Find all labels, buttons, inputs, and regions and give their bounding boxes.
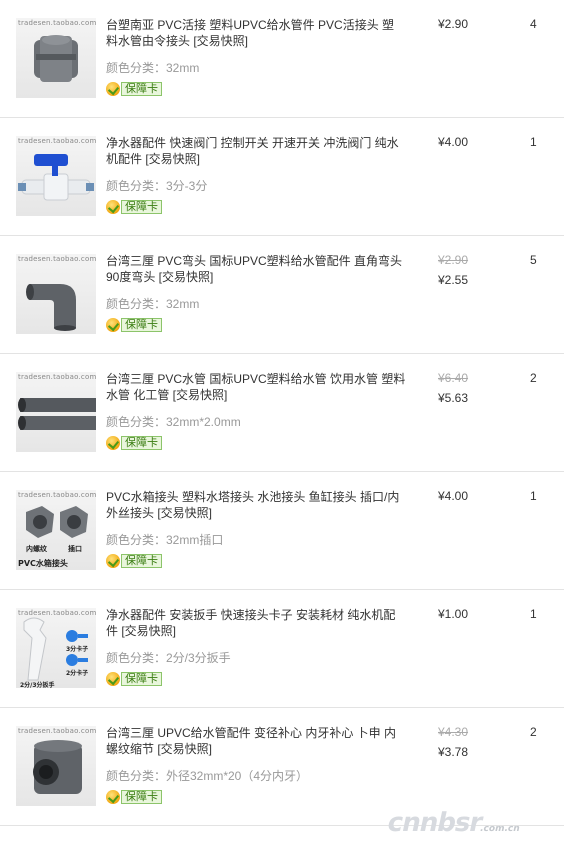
thumbnail-caption: 2分卡子	[66, 670, 89, 677]
unit-price: ¥1.00	[438, 607, 469, 621]
guarantee-shield-icon	[106, 672, 120, 686]
guarantee-shield-icon	[106, 82, 120, 96]
product-thumbnail-valve[interactable]: tradesen.taobao.com	[16, 136, 96, 216]
product-title-link[interactable]: 台湾三厘 UPVC给水管配件 变径补心 内牙补心 卜申 内螺纹缩节 [交易快照]	[106, 725, 406, 757]
unit-price: ¥2.55	[438, 273, 469, 287]
guarantee-card-badge[interactable]: 保障卡	[106, 200, 162, 214]
thumbnail-caption: 2分/3分扳手	[20, 682, 55, 688]
order-item-list: tradesen.taobao.com 台塑南亚 PVC活接 塑料UPVC给水管…	[0, 0, 564, 826]
guarantee-shield-icon	[106, 200, 120, 214]
unit-price: ¥4.00	[438, 135, 469, 149]
pvc-union-icon	[34, 35, 78, 82]
product-spec: 颜色分类：2分/3分扳手	[106, 651, 231, 665]
order-item-row: tradesen.taobao.com 内螺纹 插口 PVC水箱接头 PVC水箱…	[0, 472, 564, 590]
guarantee-card-badge[interactable]: 保障卡	[106, 554, 162, 568]
thumbnail-caption: 3分卡子	[66, 646, 89, 653]
order-item-row: tradesen.taobao.com 3分卡子 2分卡子 2分/3分扳手 净水…	[0, 590, 564, 708]
product-title-link[interactable]: 台塑南亚 PVC活接 塑料UPVC给水管件 PVC活接头 塑料水管由令接头 [交…	[106, 17, 406, 49]
unit-price: ¥4.00	[438, 489, 469, 503]
guarantee-card-badge[interactable]: 保障卡	[106, 82, 162, 96]
thumbnail-caption: PVC水箱接头	[18, 559, 68, 568]
quantity: 1	[530, 135, 537, 149]
order-item-row: tradesen.taobao.com 净水器配件 快速阀门 控制开关 开速开关…	[0, 118, 564, 236]
product-spec: 颜色分类：32mm	[106, 297, 200, 311]
pvc-pipe-icon	[18, 398, 96, 430]
product-thumbnail-reducer-bushing[interactable]: tradesen.taobao.com	[16, 726, 96, 806]
quantity: 5	[530, 253, 537, 267]
product-title-link[interactable]: 净水器配件 快速阀门 控制开关 开速开关 冲洗阀门 纯水机配件 [交易快照]	[106, 135, 406, 167]
product-title-link[interactable]: PVC水箱接头 塑料水塔接头 水池接头 鱼缸接头 插口/内外丝接头 [交易快照]	[106, 489, 406, 521]
order-item-row: tradesen.taobao.com 台湾三厘 PVC水管 国标UPVC塑料给…	[0, 354, 564, 472]
product-spec: 颜色分类：3分-3分	[106, 179, 208, 193]
guarantee-shield-icon	[106, 436, 120, 450]
pvc-elbow-icon	[26, 284, 76, 331]
guarantee-shield-icon	[106, 554, 120, 568]
site-watermark: cnnbsr.com.cn	[385, 808, 524, 838]
guarantee-card-label: 保障卡	[121, 554, 162, 568]
product-spec: 颜色分类：32mm*2.0mm	[106, 415, 241, 429]
original-price: ¥6.40	[438, 371, 469, 385]
product-thumbnail-pvc-union[interactable]: tradesen.taobao.com	[16, 18, 96, 98]
product-spec: 颜色分类：32mm插口	[106, 533, 224, 547]
unit-price: ¥3.78	[438, 745, 469, 759]
guarantee-card-label: 保障卡	[121, 672, 162, 686]
guarantee-card-badge[interactable]: 保障卡	[106, 318, 162, 332]
thumbnail-caption: 内螺纹	[26, 545, 47, 553]
guarantee-card-badge[interactable]: 保障卡	[106, 790, 162, 804]
quantity: 2	[530, 725, 537, 739]
guarantee-card-badge[interactable]: 保障卡	[106, 672, 162, 686]
product-spec: 颜色分类：外径32mm*20（4分内牙）	[106, 769, 309, 783]
guarantee-card-label: 保障卡	[121, 790, 162, 804]
guarantee-shield-icon	[106, 790, 120, 804]
product-thumbnail-wrench[interactable]: tradesen.taobao.com 3分卡子 2分卡子 2分/3分扳手	[16, 608, 96, 688]
guarantee-card-label: 保障卡	[121, 82, 162, 96]
product-title-link[interactable]: 台湾三厘 PVC水管 国标UPVC塑料给水管 饮用水管 塑料水管 化工管 [交易…	[106, 371, 406, 403]
guarantee-shield-icon	[106, 318, 120, 332]
unit-price: ¥2.90	[438, 17, 469, 31]
guarantee-card-label: 保障卡	[121, 318, 162, 332]
reducer-bushing-icon	[33, 740, 82, 794]
site-watermark-sub: .com.cn	[479, 824, 521, 834]
guarantee-card-label: 保障卡	[121, 200, 162, 214]
product-spec: 颜色分类：32mm	[106, 61, 200, 75]
ball-valve-icon	[18, 154, 94, 201]
product-title-link[interactable]: 净水器配件 安装扳手 快速接头卡子 安装耗材 纯水机配件 [交易快照]	[106, 607, 406, 639]
quantity: 1	[530, 607, 537, 621]
order-item-row: tradesen.taobao.com 台塑南亚 PVC活接 塑料UPVC给水管…	[0, 0, 564, 118]
original-price: ¥4.30	[438, 725, 469, 739]
site-watermark-main: cnnbsr	[384, 808, 485, 838]
unit-price: ¥5.63	[438, 391, 469, 405]
quantity: 2	[530, 371, 537, 385]
quantity: 1	[530, 489, 537, 503]
product-thumbnail-elbow[interactable]: tradesen.taobao.com	[16, 254, 96, 334]
guarantee-card-label: 保障卡	[121, 436, 162, 450]
product-thumbnail-tank-connector[interactable]: tradesen.taobao.com 内螺纹 插口 PVC水箱接头	[16, 490, 96, 570]
thumbnail-caption: 插口	[68, 545, 82, 553]
product-title-link[interactable]: 台湾三厘 PVC弯头 国标UPVC塑料给水管配件 直角弯头 90度弯头 [交易快…	[106, 253, 406, 285]
order-item-row: tradesen.taobao.com 台湾三厘 PVC弯头 国标UPVC塑料给…	[0, 236, 564, 354]
original-price: ¥2.90	[438, 253, 469, 267]
product-thumbnail-pipe[interactable]: tradesen.taobao.com	[16, 372, 96, 452]
guarantee-card-badge[interactable]: 保障卡	[106, 436, 162, 450]
quantity: 4	[530, 17, 537, 31]
